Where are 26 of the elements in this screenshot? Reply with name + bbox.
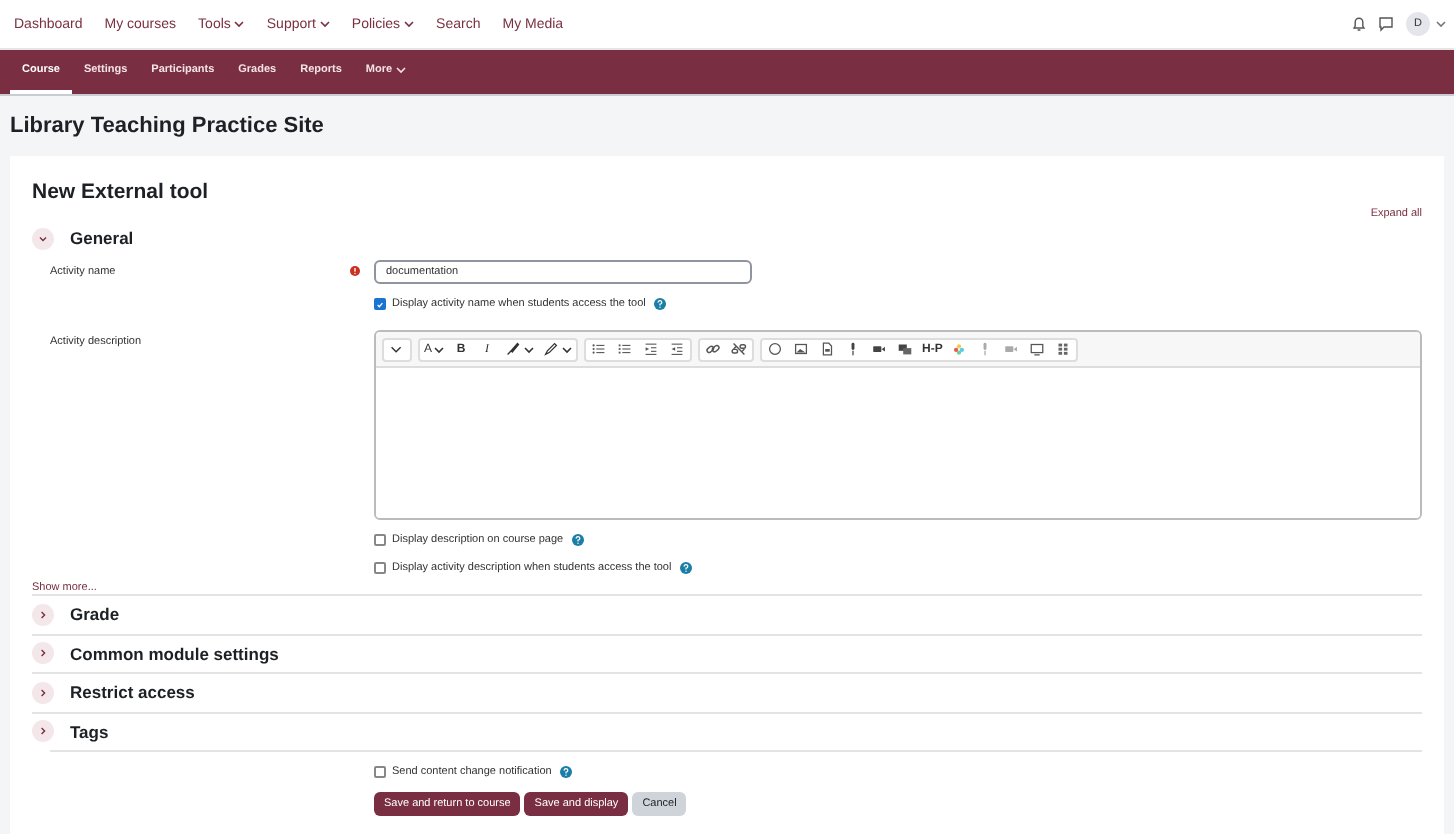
help-icon[interactable]	[571, 534, 584, 546]
chevron-right-icon[interactable]	[32, 681, 54, 704]
checkbox[interactable]	[374, 534, 386, 546]
help-icon[interactable]	[559, 766, 572, 778]
chevron-down-icon[interactable]	[32, 227, 54, 249]
paintbrush-icon	[504, 340, 523, 358]
chevron-right-icon[interactable]	[32, 603, 54, 626]
section-title[interactable]: Tags	[70, 721, 109, 742]
section-title[interactable]: Grade	[70, 604, 120, 625]
help-icon[interactable]	[679, 562, 692, 574]
bell-icon[interactable]	[1352, 16, 1366, 32]
highlighter-icon	[542, 340, 561, 358]
toolbar-dropdown-button[interactable]	[538, 339, 577, 359]
section-title[interactable]: Restrict access	[70, 682, 195, 703]
chevron-right-icon[interactable]	[32, 720, 54, 743]
checkbox[interactable]	[374, 562, 386, 574]
checkbox[interactable]	[374, 766, 386, 778]
help-icon[interactable]	[653, 298, 666, 310]
checkbox[interactable]	[374, 298, 386, 310]
form-title: New External tool	[32, 180, 209, 204]
chat-icon[interactable]	[1378, 16, 1394, 32]
caret-icon[interactable]	[1436, 20, 1446, 28]
site-title: Library Teaching Practice Site	[10, 114, 324, 138]
chevron-right-icon[interactable]	[32, 642, 54, 665]
section-title[interactable]: Common module settings	[70, 643, 279, 664]
section-title[interactable]: General	[70, 228, 134, 248]
